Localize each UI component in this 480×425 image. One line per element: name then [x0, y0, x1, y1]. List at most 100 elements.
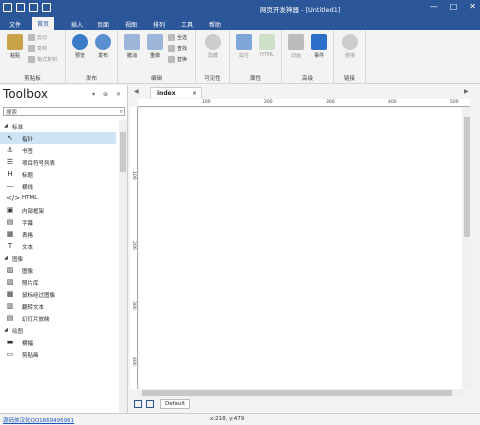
toolbox-list: ◢ 标准 ↖ 指针 ⚓ 书签 ☰ 项目符号列表 H 标题 — 横线 </> HTML ▣ 内部框架 ▤ 字幕 ▦ 表格… — [0, 120, 116, 360]
paste-button[interactable]: 粘贴 — [4, 34, 26, 59]
toolbox-item[interactable]: ▨ 图像 — [0, 264, 116, 276]
pointer-icon: ↖ — [7, 134, 13, 142]
status-link[interactable]: 源码侠汉化QQ1669495961 — [3, 416, 74, 424]
frame-icon: ▣ — [6, 206, 14, 214]
undo-icon[interactable] — [42, 3, 51, 12]
toolbox-item[interactable]: — 横线 — [0, 180, 116, 192]
toolbox-item[interactable]: ▬ 横幅 — [0, 336, 116, 348]
rollover-icon: ▩ — [6, 290, 14, 298]
horizontal-ruler: 100 200 300 400 500 — [138, 99, 470, 107]
close-button[interactable]: ✕ — [469, 2, 476, 11]
publish-group: 预览 发布 发布 — [66, 30, 118, 84]
document-tabstrip: ◀ index × ▶ — [130, 85, 480, 98]
horizontal-scrollbar[interactable] — [138, 389, 463, 397]
document-tab-index[interactable]: index × — [150, 87, 202, 98]
cut-button[interactable]: 剪切 — [28, 34, 47, 41]
tab-home[interactable]: 首页 — [32, 17, 55, 30]
toolbox-search-input[interactable]: 搜索 ⌕ — [3, 107, 125, 116]
toolbox-item[interactable]: ▤ 字幕 — [0, 216, 116, 228]
undo-icon — [124, 34, 140, 50]
line-icon: — — [6, 182, 14, 190]
design-view-icon[interactable] — [134, 400, 142, 408]
close-tab-icon[interactable]: × — [192, 90, 197, 97]
heading-icon: H — [7, 170, 13, 178]
toolbox-scrollbar[interactable] — [119, 120, 127, 413]
toolbox-category[interactable]: ◢ 图像 — [0, 252, 116, 264]
quick-access-toolbar — [3, 3, 51, 12]
vertical-scroll-thumb[interactable] — [464, 117, 470, 237]
advanced-group: 动画 事件 高级 — [282, 30, 334, 84]
toolbox-item[interactable]: ↖ 指针 — [0, 132, 116, 144]
vertical-scrollbar[interactable] — [463, 107, 471, 389]
publish-button[interactable]: 发布 — [92, 34, 114, 59]
minimize-button[interactable]: — — [430, 2, 438, 11]
copy-button[interactable]: 复制 — [28, 45, 47, 52]
html-button[interactable]: HTML — [256, 34, 278, 58]
find-button[interactable]: 查找 — [168, 45, 187, 52]
animation-button[interactable]: 动画 — [285, 34, 307, 59]
title-bar: 网页开发神器 - [Untitled1] — □ ✕ — [0, 0, 480, 16]
ruler-h-label: 500 — [450, 100, 459, 105]
toolbox-item[interactable]: ▣ 内部框架 — [0, 204, 116, 216]
menu-bar: 文件 首页 插入 页面 视图 排列 工具 帮助 — [0, 16, 480, 30]
collapse-icon: ◢ — [4, 255, 8, 261]
ruler-h-label: 100 — [202, 100, 211, 105]
tab-scroll-right-icon[interactable]: ▶ — [464, 88, 469, 95]
hide-button[interactable]: 隐藏 — [202, 34, 224, 59]
redo-button[interactable]: 重做 — [144, 34, 166, 59]
open-icon[interactable] — [16, 3, 25, 12]
text-icon: T — [7, 242, 13, 250]
brush-icon — [28, 56, 35, 63]
anchor-icon: ⚓ — [6, 146, 14, 154]
toolbox-item[interactable]: ▩ 鼠标经过图像 — [0, 288, 116, 300]
page-canvas[interactable] — [139, 108, 462, 389]
page-view-icon[interactable] — [146, 400, 154, 408]
properties-group: 属性 HTML 属性 — [230, 30, 282, 84]
toolbox-category[interactable]: ◢ 标准 — [0, 120, 116, 132]
toolbox-item[interactable]: ▥ 翻转文本 — [0, 300, 116, 312]
preview-icon[interactable] — [29, 3, 38, 12]
binoculars-icon — [168, 45, 175, 52]
html-icon — [259, 34, 275, 50]
toolbox-item[interactable]: </> HTML — [0, 192, 116, 204]
tab-scroll-left-icon[interactable]: ◀ — [134, 88, 139, 95]
cursor-coordinates: x:218, y:479 — [210, 416, 245, 422]
preview-button[interactable]: 预览 — [69, 34, 91, 59]
toolbox-item[interactable]: ▦ 表格 — [0, 228, 116, 240]
horizontal-scroll-thumb[interactable] — [142, 390, 452, 396]
toolbox-item[interactable]: ▤ 幻灯片放映 — [0, 312, 116, 324]
collapse-icon: ◢ — [4, 123, 8, 129]
toolbox-panel: Toolbox ▾ ⊕ ✕ 搜索 ⌕ ◢ 标准 ↖ 指针 ⚓ 书签 ☰ 项目符号列表 H 标题 — 横… — [0, 85, 128, 413]
toolbox-controls[interactable]: ▾ ⊕ ✕ — [92, 91, 124, 98]
toolbox-scroll-thumb[interactable] — [120, 132, 126, 172]
globe-icon — [72, 34, 88, 50]
undo-button[interactable]: 撤消 — [121, 34, 143, 59]
scissors-icon — [28, 34, 35, 41]
toolbox-item[interactable]: T 文本 — [0, 240, 116, 252]
maximize-button[interactable]: □ — [450, 2, 458, 11]
copy-icon — [28, 45, 35, 52]
toolbox-category[interactable]: ◢ 绘图 — [0, 324, 116, 336]
toolbox-item[interactable]: ☰ 项目符号列表 — [0, 156, 116, 168]
link-button[interactable]: 链接 — [339, 34, 361, 59]
toolbox-item[interactable]: ▭ 剪贴画 — [0, 348, 116, 360]
ruler-v-label: 100 — [131, 171, 136, 180]
toolbox-item[interactable]: ⚓ 书签 — [0, 144, 116, 156]
image-icon: ▨ — [6, 266, 14, 274]
properties-button[interactable]: 属性 — [233, 34, 255, 59]
toolbox-item[interactable]: H 标题 — [0, 168, 116, 180]
ruler-h-label: 400 — [388, 100, 397, 105]
default-layer-tab[interactable]: Default — [160, 399, 191, 409]
window-controls: — □ ✕ — [430, 2, 476, 11]
save-icon[interactable] — [3, 3, 12, 12]
ruler-v-label: 200 — [131, 241, 136, 250]
replace-icon — [168, 56, 175, 63]
select-all-button[interactable]: 全选 — [168, 34, 187, 41]
ruler-v-label: 300 — [131, 301, 136, 310]
toolbox-item[interactable]: ▧ 照片库 — [0, 276, 116, 288]
replace-button[interactable]: 替换 — [168, 56, 187, 63]
format-painter-button[interactable]: 格式复制 — [28, 56, 57, 63]
collapse-icon: ◢ — [4, 327, 8, 333]
table-icon: ▦ — [6, 230, 14, 238]
events-button[interactable]: 事件 — [308, 34, 330, 59]
